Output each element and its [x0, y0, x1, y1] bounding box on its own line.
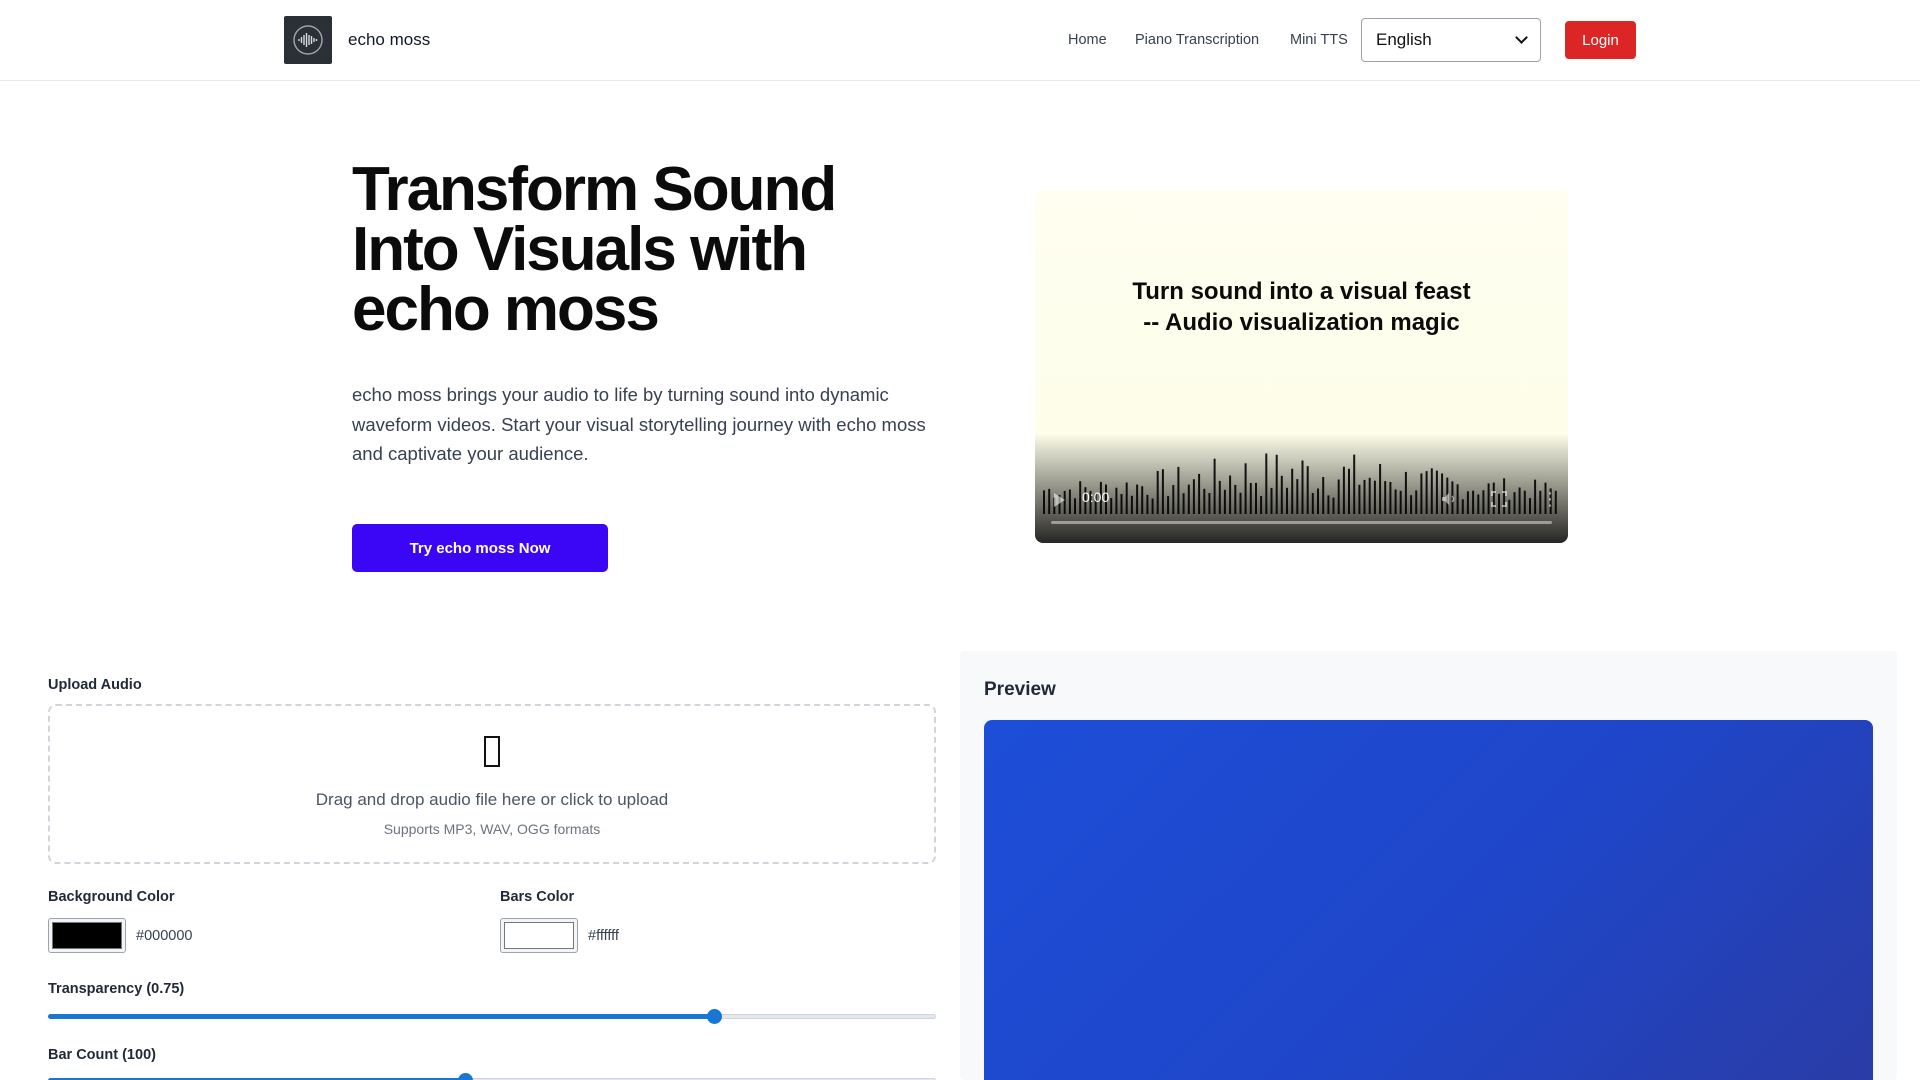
bar-count-slider[interactable]: [48, 1073, 936, 1080]
preview-title: Preview: [984, 679, 1056, 700]
volume-icon[interactable]: [1441, 492, 1457, 506]
brand-name[interactable]: echo moss: [348, 30, 430, 50]
hero-description: echo moss brings your audio to life by t…: [352, 384, 926, 464]
bars-color-hex: #ffffff: [588, 928, 619, 944]
login-button[interactable]: Login: [1565, 21, 1636, 59]
bar-count-label: Bar Count (100): [48, 1047, 156, 1063]
hero-title: Transform Sound Into Visuals with echo m…: [352, 155, 837, 344]
logo-icon[interactable]: [284, 16, 332, 64]
site-header: echo moss Home Piano Transcription Mini …: [0, 0, 1920, 81]
video-caption: Turn sound into a visual feast -- Audio …: [1035, 276, 1568, 338]
video-time: 0:00: [1082, 489, 1110, 505]
background-color-picker[interactable]: [48, 918, 126, 953]
bars-color-swatch: [504, 922, 574, 949]
slider-fill: [48, 1014, 714, 1019]
nav-home[interactable]: Home: [1068, 32, 1107, 48]
demo-video[interactable]: Turn sound into a visual feast -- Audio …: [1035, 190, 1568, 543]
chevron-down-icon: [1515, 31, 1528, 44]
bars-color-label: Bars Color: [500, 889, 575, 905]
transparency-label: Transparency (0.75): [48, 981, 185, 997]
file-icon: [484, 736, 500, 767]
play-icon[interactable]: [1054, 493, 1065, 507]
preview-canvas: [984, 720, 1873, 1080]
bars-color-picker[interactable]: [500, 918, 578, 953]
preview-panel: Preview: [960, 651, 1897, 1080]
slider-thumb[interactable]: [707, 1009, 722, 1024]
background-color-label: Background Color: [48, 889, 175, 905]
dropzone-text: Drag and drop audio file here or click t…: [315, 790, 669, 809]
nav-mini-tts[interactable]: Mini TTS: [1290, 32, 1348, 48]
fullscreen-icon[interactable]: [1491, 491, 1507, 507]
try-now-button[interactable]: Try echo moss Now: [352, 524, 608, 572]
video-caption-line-2: -- Audio visualization magic: [1143, 309, 1460, 336]
language-value: English: [1376, 30, 1432, 49]
slider-thumb[interactable]: [458, 1073, 474, 1080]
background-color-swatch: [52, 922, 122, 949]
upload-audio-label: Upload Audio: [48, 677, 142, 693]
video-caption-line-1: Turn sound into a visual feast: [1132, 278, 1471, 305]
video-progress-bar[interactable]: [1051, 521, 1552, 524]
more-options-icon[interactable]: ⋮: [1541, 490, 1559, 508]
transparency-slider[interactable]: [48, 1009, 936, 1024]
video-controls-overlay: [1035, 433, 1568, 543]
background-color-hex: #000000: [136, 928, 193, 944]
supported-formats-text: Supports MP3, WAV, OGG formats: [383, 821, 601, 837]
audio-dropzone[interactable]: Drag and drop audio file here or click t…: [48, 704, 936, 864]
language-select[interactable]: English: [1361, 18, 1541, 62]
nav-piano-transcription[interactable]: Piano Transcription: [1135, 32, 1259, 48]
